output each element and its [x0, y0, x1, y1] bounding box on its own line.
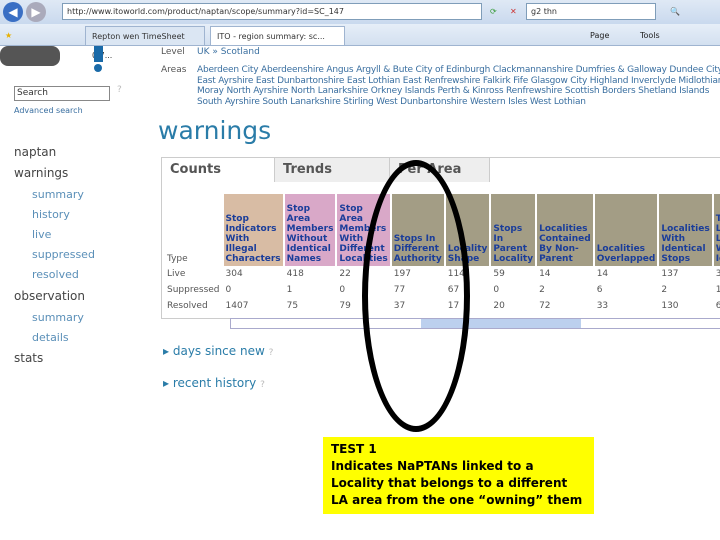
count-cell[interactable]: 60 [714, 298, 720, 314]
search-icon[interactable]: 🔍 [670, 3, 680, 20]
nav-observation[interactable]: observation [14, 289, 85, 303]
count-cell[interactable]: 6 [595, 282, 658, 298]
recent-history-toggle[interactable]: ▸ recent history ? [163, 376, 265, 390]
help-icon[interactable]: ? [260, 380, 265, 390]
horizontal-scrollbar[interactable] [230, 318, 720, 329]
column-header[interactable]: Stop Indicators With Illegal Characters [223, 194, 283, 266]
address-bar: ◀ ▶ http://www.itoworld.com/product/napt… [0, 0, 720, 24]
browser-tab[interactable]: Repton wen TimeSheet 0.7... [85, 26, 205, 60]
page-menu[interactable]: Page [590, 27, 609, 44]
column-header[interactable]: Too Low Loc With Id St [713, 194, 720, 266]
refresh-icon[interactable]: ⟳ [490, 3, 497, 20]
back-button[interactable]: ◀ [3, 2, 23, 22]
count-cell[interactable]: 75 [285, 298, 336, 314]
column-header[interactable]: Stop Area Members Without Identical Name… [284, 194, 336, 266]
tab-bar: ★ Repton wen TimeSheet 0.7... ITO - regi… [0, 24, 720, 60]
nav-warnings-resolved[interactable]: resolved [32, 268, 79, 281]
count-cell[interactable]: 304 [224, 266, 283, 282]
nav-observation-details[interactable]: details [32, 331, 69, 344]
column-header[interactable]: Localities Overlapped [594, 194, 658, 266]
count-cell[interactable]: 130 [659, 298, 711, 314]
annotation-note: TEST 1 Indicates NaPTANs linked to a Loc… [323, 437, 594, 514]
count-cell[interactable]: 2 [659, 282, 711, 298]
nav-warnings-summary[interactable]: summary [32, 188, 84, 201]
tab-trends[interactable]: Trends [275, 158, 390, 182]
count-cell[interactable]: 1 [285, 282, 336, 298]
tools-menu[interactable]: Tools [640, 27, 660, 44]
row-type: Resolved [167, 301, 208, 311]
ito-logo [0, 46, 103, 72]
nav-observation-summary[interactable]: summary [32, 311, 84, 324]
browser-search-input[interactable]: g2 thn [526, 3, 656, 20]
days-since-new-toggle[interactable]: ▸ days since new ? [163, 344, 273, 358]
count-cell[interactable]: 59 [491, 266, 535, 282]
level-label: Level [161, 47, 185, 57]
count-cell[interactable]: 0 [491, 282, 535, 298]
count-cell[interactable]: 1407 [224, 298, 283, 314]
count-cell[interactable]: 33 [595, 298, 658, 314]
nav-warnings-suppressed[interactable]: suppressed [32, 248, 95, 261]
column-header[interactable]: Localities Contained By Non-Parent [537, 194, 593, 266]
page-title: warnings [158, 116, 272, 145]
tab-counts[interactable]: Counts [162, 158, 275, 182]
row-type: Suppressed [167, 285, 220, 295]
days-since-new-label: days since new [172, 344, 265, 358]
nav-warnings[interactable]: warnings [14, 166, 68, 180]
count-cell[interactable]: 20 [491, 298, 535, 314]
column-header[interactable]: Localities With Identical Stops [659, 194, 712, 266]
browser-tab-active[interactable]: ITO - region summary: sc... [210, 26, 345, 45]
help-icon[interactable]: ? [269, 348, 274, 358]
areas-label: Areas [161, 65, 187, 75]
nav-warnings-live[interactable]: live [32, 228, 51, 241]
search-input[interactable]: Search [14, 86, 110, 101]
count-cell[interactable]: 418 [285, 266, 336, 282]
count-cell[interactable]: 137 [659, 266, 711, 282]
row-type: Live [167, 269, 186, 279]
areas-list[interactable]: Aberdeen City Aberdeenshire Angus Argyll… [197, 65, 720, 108]
count-cell[interactable]: 2 [537, 282, 593, 298]
advanced-search-link[interactable]: Advanced search [14, 106, 83, 115]
count-cell[interactable]: 14 [537, 266, 593, 282]
count-cell[interactable]: 14 [595, 266, 658, 282]
favorites-star-icon[interactable]: ★ [5, 27, 12, 44]
count-cell[interactable]: 72 [537, 298, 593, 314]
column-header[interactable]: Stops In Parent Locality [491, 194, 536, 266]
nav-warnings-history[interactable]: history [32, 208, 70, 221]
type-header: Type [167, 254, 188, 264]
stop-icon[interactable]: ✕ [510, 3, 517, 20]
url-input[interactable]: http://www.itoworld.com/product/naptan/s… [62, 3, 482, 20]
help-icon[interactable]: ? [117, 85, 122, 95]
nav-naptan[interactable]: naptan [14, 145, 56, 159]
nav-stats[interactable]: stats [14, 351, 43, 365]
count-cell[interactable]: 3 [714, 266, 720, 282]
count-cell[interactable]: 1 [714, 282, 720, 298]
recent-history-label: recent history [172, 376, 257, 390]
level-breadcrumb[interactable]: UK » Scotland [197, 47, 260, 57]
highlight-ellipse [362, 160, 470, 432]
count-cell[interactable]: 0 [224, 282, 283, 298]
forward-button[interactable]: ▶ [26, 2, 46, 22]
